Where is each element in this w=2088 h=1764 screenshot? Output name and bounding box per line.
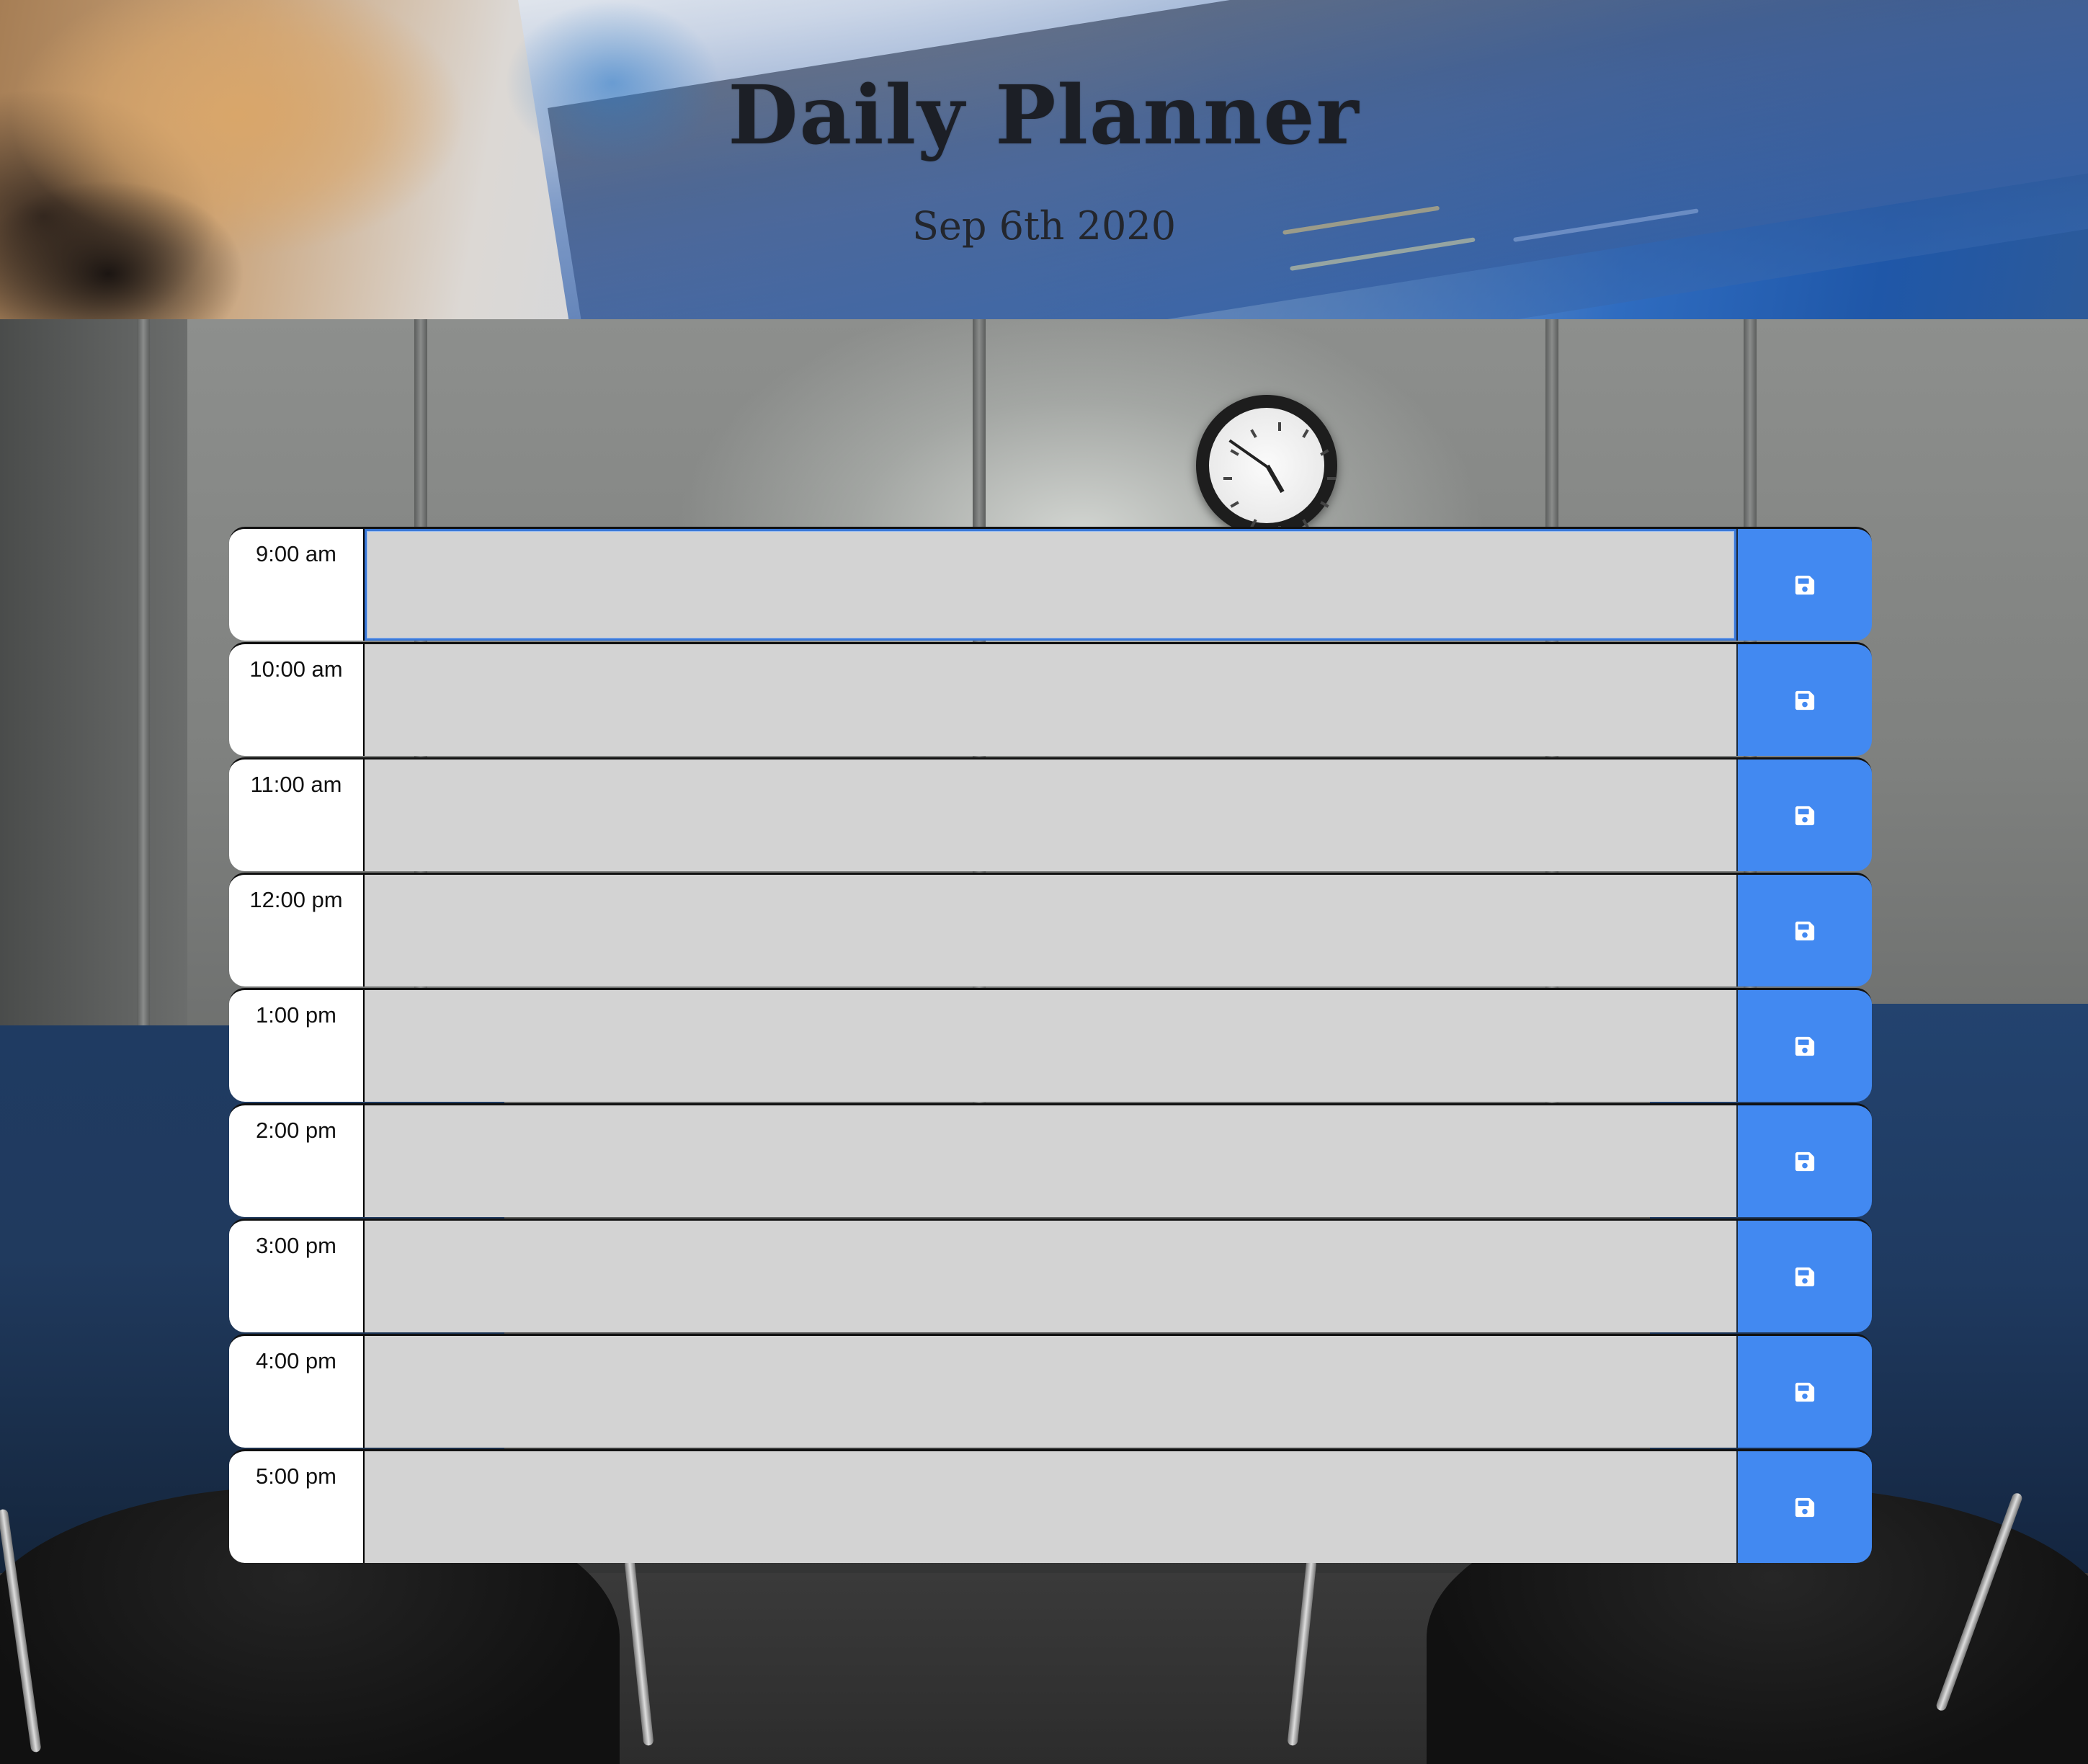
save-icon	[1795, 806, 1815, 825]
save-icon	[1795, 921, 1815, 940]
background-wall	[0, 319, 187, 1112]
save-button[interactable]	[1736, 1451, 1872, 1563]
save-icon	[1795, 575, 1815, 594]
background-panel	[137, 319, 150, 1112]
save-icon	[1795, 1036, 1815, 1056]
time-block-row: 11:00 am	[229, 757, 1872, 871]
hour-label: 11:00 am	[229, 760, 365, 871]
save-icon	[1795, 690, 1815, 710]
save-button[interactable]	[1736, 529, 1872, 641]
wall-clock-icon	[1196, 395, 1337, 536]
planner-container: 9:00 am 10:00 am 11:00 am 12:00 pm 1:00 pm 2:…	[229, 527, 1872, 1564]
save-icon	[1795, 1382, 1815, 1402]
save-button[interactable]	[1736, 1105, 1872, 1217]
hour-label-text: 9:00 am	[255, 541, 336, 566]
time-block-row: 12:00 pm	[229, 873, 1872, 986]
hour-label: 12:00 pm	[229, 875, 365, 986]
save-icon	[1795, 1267, 1815, 1286]
save-button[interactable]	[1736, 1221, 1872, 1332]
save-icon	[1795, 1152, 1815, 1171]
save-button[interactable]	[1736, 644, 1872, 756]
hour-label-text: 1:00 pm	[255, 1002, 336, 1028]
save-button[interactable]	[1736, 1336, 1872, 1448]
time-block-row: 4:00 pm	[229, 1334, 1872, 1448]
header-background-shadow	[0, 180, 245, 319]
hour-label-text: 5:00 pm	[255, 1464, 336, 1489]
save-button[interactable]	[1736, 760, 1872, 871]
page: Daily Planner Sep 6th 2020 9:00 am 10:00…	[0, 0, 2088, 1764]
current-date: Sep 6th 2020	[911, 203, 1177, 249]
hour-label-text: 3:00 pm	[255, 1233, 336, 1258]
event-description-input[interactable]	[365, 875, 1736, 986]
hour-label: 3:00 pm	[229, 1221, 365, 1332]
event-description-input[interactable]	[365, 1221, 1736, 1332]
event-description-input[interactable]	[365, 760, 1736, 871]
hour-label: 4:00 pm	[229, 1336, 365, 1448]
event-description-input[interactable]	[365, 1451, 1736, 1563]
hour-label-text: 2:00 pm	[255, 1118, 336, 1143]
hour-label: 1:00 pm	[229, 990, 365, 1102]
event-description-input[interactable]	[365, 990, 1736, 1102]
save-button[interactable]	[1736, 990, 1872, 1102]
time-block-row: 2:00 pm	[229, 1103, 1872, 1217]
hour-label: 9:00 am	[229, 529, 365, 641]
hour-label-text: 11:00 am	[250, 772, 342, 797]
time-block-row: 5:00 pm	[229, 1449, 1872, 1563]
event-description-input[interactable]	[365, 644, 1736, 756]
hour-label-text: 4:00 pm	[255, 1348, 336, 1373]
event-description-input[interactable]	[365, 1105, 1736, 1217]
hour-label: 2:00 pm	[229, 1105, 365, 1217]
save-icon	[1795, 1497, 1815, 1517]
save-button[interactable]	[1736, 875, 1872, 986]
time-block-row: 1:00 pm	[229, 988, 1872, 1102]
page-title: Daily Planner	[728, 68, 1360, 163]
hour-label-text: 10:00 am	[249, 656, 343, 682]
header: Daily Planner Sep 6th 2020	[0, 0, 2088, 319]
time-block-row: 3:00 pm	[229, 1219, 1872, 1332]
hour-label: 5:00 pm	[229, 1451, 365, 1563]
event-description-input[interactable]	[365, 1336, 1736, 1448]
hour-label: 10:00 am	[229, 644, 365, 756]
time-block-row: 9:00 am	[229, 527, 1872, 641]
event-description-input[interactable]	[365, 529, 1736, 641]
hour-label-text: 12:00 pm	[249, 887, 343, 912]
time-block-row: 10:00 am	[229, 642, 1872, 756]
